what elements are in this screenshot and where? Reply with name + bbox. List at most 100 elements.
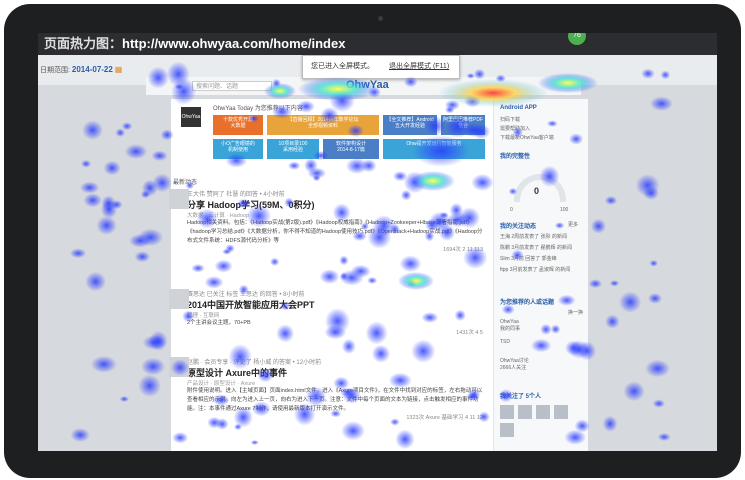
- post-avatar[interactable]: [169, 357, 189, 377]
- history-title: 我的完整性: [500, 154, 531, 160]
- post-stats[interactable]: 1694次 2 11 113: [187, 245, 483, 253]
- right-sidebar: Android APP 扫码下载 需要帮助加入 下载最新OhwYaa客户端 我的…: [493, 99, 588, 451]
- followed-user-avatar[interactable]: [500, 423, 514, 437]
- heatmap-url[interactable]: http://www.ohwyaa.com/home/index: [122, 36, 345, 51]
- heat-click-spot: [141, 357, 166, 376]
- heat-click-spot: [137, 228, 164, 247]
- recommend-title: 为您推荐的人或话题: [500, 300, 555, 306]
- heat-click-spot: [588, 279, 603, 289]
- post-meta: 王大伟 赞同了 杜慧 的回答 • 4小时前: [187, 192, 285, 198]
- heatmap-url-label: 页面热力图：: [44, 36, 123, 51]
- android-app-line: 扫码下载: [500, 117, 521, 123]
- recommend-refresh[interactable]: 换一换: [568, 309, 583, 316]
- heat-click-spot: [129, 234, 151, 248]
- follow-count: 我关注了 5个人: [500, 394, 542, 400]
- heat-click-spot: [650, 96, 673, 111]
- site-logo[interactable]: OhwYaa: [181, 107, 201, 127]
- post-avatar[interactable]: [169, 189, 189, 209]
- promo-tile[interactable]: Ohw是开发运行智能服务: [383, 139, 485, 159]
- post-body: 2个主讲会议主题，70+PB: [187, 320, 251, 326]
- heatmap-url-bar: 页面热力图：http://www.ohwyaa.com/home/index: [38, 33, 717, 55]
- heat-click-spot: [648, 293, 662, 304]
- post-stats[interactable]: 1323次 Axure 基础学习 4 11 12: [187, 413, 483, 421]
- gauge-value: 0: [534, 186, 540, 196]
- promo-tile[interactable]: 小O广告眼镜的 机制使用: [213, 139, 263, 159]
- followed-item[interactable]: Slim 3月前 回答了 郭金峰: [500, 255, 557, 262]
- heat-click-spot: [110, 200, 123, 210]
- heat-click-spot: [83, 193, 102, 208]
- heat-click-spot: [124, 144, 148, 160]
- screen: 页面热力图：http://www.ohwyaa.com/home/index 7…: [38, 33, 717, 451]
- followed-title: 我的关注动态: [500, 224, 537, 230]
- post-title[interactable]: 原型设计 Axure中的事件: [187, 366, 483, 379]
- heat-click-spot: [101, 195, 116, 211]
- promo-tile[interactable]: 软件架构设计 2014-8-17篇: [323, 139, 379, 159]
- heat-click-spot: [657, 433, 671, 441]
- feed-post: 赛思达 已关注 标签 王思达 的回答 • 8小时前 2014中国开放智能应用大会…: [169, 289, 483, 336]
- android-app-title[interactable]: Android APP: [500, 105, 537, 111]
- heat-click-spot: [142, 335, 166, 350]
- calendar-icon[interactable]: ▦: [115, 65, 123, 74]
- gauge-max: 100: [560, 207, 569, 213]
- feed-post: 赵鹏 · 会员专享 · 评论了 杨小威 的答案 • 12小时前 原型设计 Axu…: [169, 357, 483, 421]
- heat-click-spot: [643, 186, 659, 200]
- promo-tile[interactable]: 阿里巴巴推荐PDF 整合: [441, 115, 485, 135]
- heat-click-spot: [645, 359, 670, 378]
- fullscreen-notice: 您已进入全屏模式。 退出全屏模式 (F11): [302, 55, 460, 79]
- followed-item[interactable]: 陈鹏 3月前发表了 翟鹏辉 的新闻: [500, 244, 572, 251]
- promo-tile[interactable]: 10项目录100 采用经验: [267, 139, 319, 159]
- search-input[interactable]: 搜索问题、话题: [192, 81, 272, 91]
- android-app-line: 需要帮助加入: [500, 126, 531, 132]
- heat-click-spot: [103, 160, 121, 176]
- today-header: OhwYaa Today 为您推荐以下内容: [213, 106, 303, 112]
- site-brand[interactable]: OhwYaa: [346, 79, 389, 91]
- page-content: OhwYaa OhwYaa Today 为您推荐以下内容 十款优秀开源 大数据 …: [169, 99, 588, 451]
- heat-click-spot: [121, 122, 133, 131]
- followed-item[interactable]: 王海 2周前发表了 张彤 的新闻: [500, 233, 567, 240]
- recommend-item[interactable]: OhwYaa讨论 2666人关注: [500, 357, 529, 371]
- post-title[interactable]: 2014中国开放智能应用大会PPT: [187, 298, 483, 311]
- followed-user-avatar[interactable]: [536, 405, 550, 419]
- heat-click-spot: [142, 179, 158, 197]
- heat-click-spot: [85, 271, 106, 292]
- followed-item[interactable]: ftpp 3月前发表了 孟淑辉 的新闻: [500, 266, 570, 273]
- recommend-item[interactable]: TSD: [500, 339, 510, 345]
- post-meta: 赛思达 已关注 标签 王思达 的回答 • 8小时前: [187, 292, 305, 298]
- recommend-item[interactable]: OhwYaa 我的同事: [500, 319, 520, 332]
- post-title[interactable]: 分享 Hadoop学习(59M、0积分): [187, 198, 483, 211]
- heat-click-spot: [70, 248, 87, 259]
- main-column: OhwYaa OhwYaa Today 为您推荐以下内容 十款优秀开源 大数据 …: [169, 99, 493, 451]
- date-filter-value[interactable]: 2014-07-22: [72, 65, 113, 74]
- promo-tile[interactable]: 【直播回顾】2014青年数学论坛 全部视频资料: [267, 115, 379, 135]
- followed-more-link[interactable]: 更多: [568, 221, 578, 228]
- followed-user-avatar[interactable]: [518, 405, 532, 419]
- feed-section-title: 最新动态: [173, 180, 198, 186]
- post-tags[interactable]: 管理 · 互联网: [187, 311, 483, 319]
- heat-click-spot: [649, 259, 658, 267]
- heat-click-spot: [81, 159, 92, 168]
- post-tags[interactable]: 大数据 · 云计算 · Hadoop: [187, 211, 483, 219]
- promo-tile[interactable]: 【全文推荐】Android 五大开发经验: [383, 115, 437, 135]
- post-tags[interactable]: 产品设计 · 原型设计 · Axure: [187, 379, 483, 387]
- followed-user-avatar[interactable]: [554, 405, 568, 419]
- heat-click-spot: [151, 150, 168, 161]
- heat-click-spot: [70, 428, 90, 442]
- heat-click-spot: [96, 216, 117, 235]
- heat-click-spot: [609, 280, 620, 287]
- date-filter[interactable]: 日期范围: 2014-07-22 ▦: [40, 65, 122, 75]
- camera-dot: [378, 16, 383, 21]
- exit-fullscreen-link[interactable]: 退出全屏模式 (F11): [389, 56, 449, 78]
- followed-user-avatar[interactable]: [500, 405, 514, 419]
- heat-click-spot: [605, 314, 620, 329]
- heat-click-spot: [602, 415, 618, 432]
- post-stats[interactable]: 1431次 4 5: [187, 328, 483, 336]
- heat-click-spot: [604, 196, 618, 205]
- promo-tile[interactable]: 十款优秀开源 大数据: [213, 115, 263, 135]
- heat-click-spot: [652, 399, 666, 408]
- post-body: Hadoop相关资料。包括：《Hadoop实战(第2版).pdf》《Hadoop…: [187, 220, 483, 244]
- post-meta: 赵鹏 · 会员专享 · 评论了 杨小威 的答案 • 12小时前: [187, 360, 322, 366]
- heat-click-spot: [140, 190, 151, 199]
- android-app-line: 下载最新OhwYaa客户端: [500, 135, 554, 141]
- post-avatar[interactable]: [169, 289, 189, 309]
- heat-click-spot: [635, 174, 660, 197]
